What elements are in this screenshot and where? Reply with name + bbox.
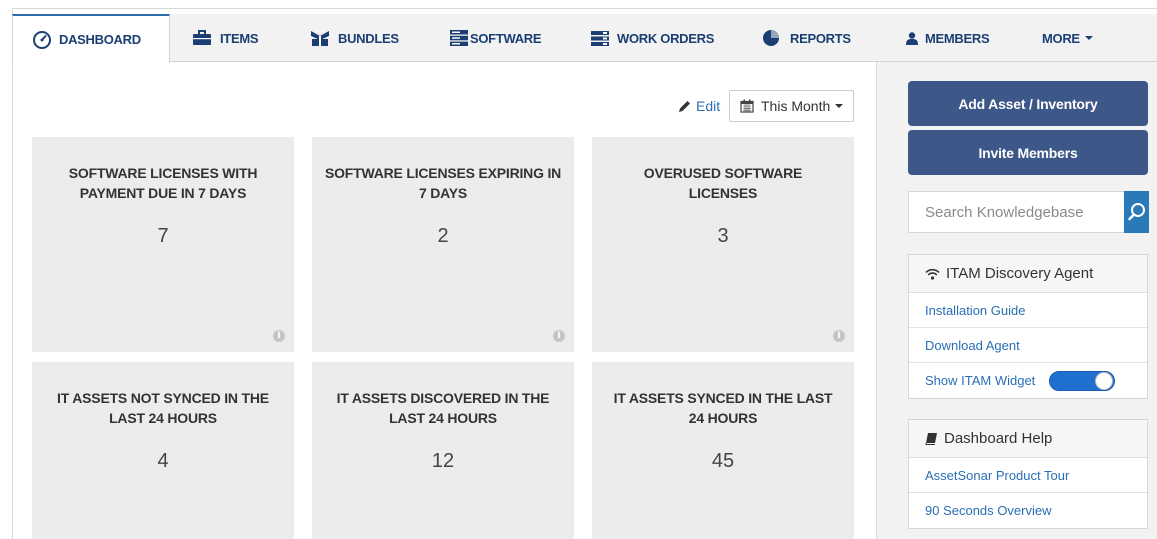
pie-chart-icon — [762, 29, 780, 47]
tab-label: MEMBERS — [925, 30, 990, 46]
discovery-agent-panel: ITAM Discovery Agent Installation Guide … — [908, 254, 1148, 399]
tab-label: DASHBOARD — [59, 32, 141, 47]
wifi-icon — [925, 268, 940, 280]
tab-software[interactable]: SOFTWARE — [450, 14, 542, 62]
chevron-down-icon — [835, 104, 844, 108]
edit-link[interactable]: Edit — [678, 98, 720, 114]
panel-title: ITAM Discovery Agent — [946, 265, 1094, 282]
search-button[interactable] — [1124, 191, 1149, 233]
widget-title: IT ASSETS DISCOVERED IN THE LAST 24 HOUR… — [336, 390, 550, 426]
overview-link[interactable]: 90 Seconds Overview — [909, 493, 1147, 528]
widget-title: IT ASSETS NOT SYNCED IN THE LAST 24 HOUR… — [57, 390, 269, 426]
widget-card[interactable]: SOFTWARE LICENSES EXPIRING IN 7 DAYS 2 i — [312, 137, 574, 352]
tab-members[interactable]: MEMBERS — [906, 14, 990, 62]
server-icon — [450, 30, 468, 46]
tab-items[interactable]: ITEMS — [192, 14, 259, 62]
pencil-icon — [679, 100, 690, 112]
product-tour-link[interactable]: AssetSonar Product Tour — [909, 458, 1147, 493]
chevron-down-icon — [1084, 36, 1093, 40]
widget-value: 12 — [431, 450, 455, 472]
widget-title: OVERUSED SOFTWARE LICENSES — [643, 165, 803, 201]
work-orders-icon — [591, 30, 609, 46]
edit-label: Edit — [696, 98, 721, 114]
dashboard-gauge-icon — [33, 30, 51, 49]
panel-title: Dashboard Help — [944, 430, 1053, 447]
show-widget-row: Show ITAM Widget — [909, 363, 1147, 398]
period-dropdown[interactable]: This Month — [729, 90, 854, 122]
tab-label: BUNDLES — [338, 30, 399, 46]
tab-label: SOFTWARE — [470, 30, 542, 46]
widget-value: 45 — [711, 450, 735, 472]
main-nav: DASHBOARD ITEMS BUNDLES SOFTWARE WORK OR… — [12, 14, 1157, 63]
knowledgebase-search — [908, 191, 1149, 233]
info-icon[interactable]: i — [833, 330, 845, 342]
widget-value: 4 — [157, 450, 169, 472]
info-icon[interactable]: i — [553, 330, 565, 342]
widget-value: 3 — [717, 225, 729, 247]
widget-card[interactable]: IT ASSETS DISCOVERED IN THE LAST 24 HOUR… — [312, 362, 574, 539]
widget-title: IT ASSETS SYNCED IN THE LAST 24 HOURS — [613, 390, 833, 426]
widget-title: SOFTWARE LICENSES WITH PAYMENT DUE IN 7 … — [68, 165, 258, 201]
panel-header: ITAM Discovery Agent — [909, 255, 1147, 293]
tab-dashboard[interactable]: DASHBOARD — [12, 14, 170, 63]
bundle-icon — [310, 30, 330, 47]
briefcase-icon — [192, 30, 212, 46]
installation-guide-link[interactable]: Installation Guide — [909, 293, 1147, 328]
calendar-icon — [740, 99, 754, 113]
widget-card[interactable]: SOFTWARE LICENSES WITH PAYMENT DUE IN 7 … — [32, 137, 294, 352]
dashboard-help-panel: Dashboard Help AssetSonar Product Tour 9… — [908, 419, 1148, 529]
widget-card[interactable]: IT ASSETS NOT SYNCED IN THE LAST 24 HOUR… — [32, 362, 294, 539]
book-icon — [925, 433, 937, 445]
tab-more[interactable]: MORE — [1042, 14, 1093, 62]
tab-label: MORE — [1042, 30, 1080, 46]
toggle-knob — [1095, 371, 1114, 390]
tab-label: REPORTS — [790, 30, 851, 46]
show-widget-label: Show ITAM Widget — [925, 373, 1036, 388]
download-agent-link[interactable]: Download Agent — [909, 328, 1147, 363]
widget-value: 2 — [437, 225, 449, 247]
widget-card[interactable]: OVERUSED SOFTWARE LICENSES 3 i — [592, 137, 854, 352]
tab-reports[interactable]: REPORTS — [762, 14, 851, 62]
tab-work-orders[interactable]: WORK ORDERS — [591, 14, 714, 62]
search-icon — [1127, 203, 1145, 221]
show-widget-toggle[interactable] — [1049, 370, 1116, 391]
tab-label: WORK ORDERS — [617, 30, 715, 46]
widget-title: SOFTWARE LICENSES EXPIRING IN 7 DAYS — [324, 165, 562, 201]
period-label: This Month — [761, 98, 831, 114]
tab-label: ITEMS — [220, 30, 259, 46]
search-input[interactable] — [909, 192, 1124, 232]
tab-bundles[interactable]: BUNDLES — [310, 14, 399, 62]
add-asset-button[interactable]: Add Asset / Inventory — [908, 81, 1148, 126]
invite-members-button[interactable]: Invite Members — [908, 130, 1148, 175]
panel-header: Dashboard Help — [909, 420, 1147, 458]
widget-card[interactable]: IT ASSETS SYNCED IN THE LAST 24 HOURS 45 — [592, 362, 854, 539]
user-icon — [906, 31, 918, 45]
info-icon[interactable]: i — [273, 330, 285, 342]
widget-value: 7 — [157, 225, 169, 247]
